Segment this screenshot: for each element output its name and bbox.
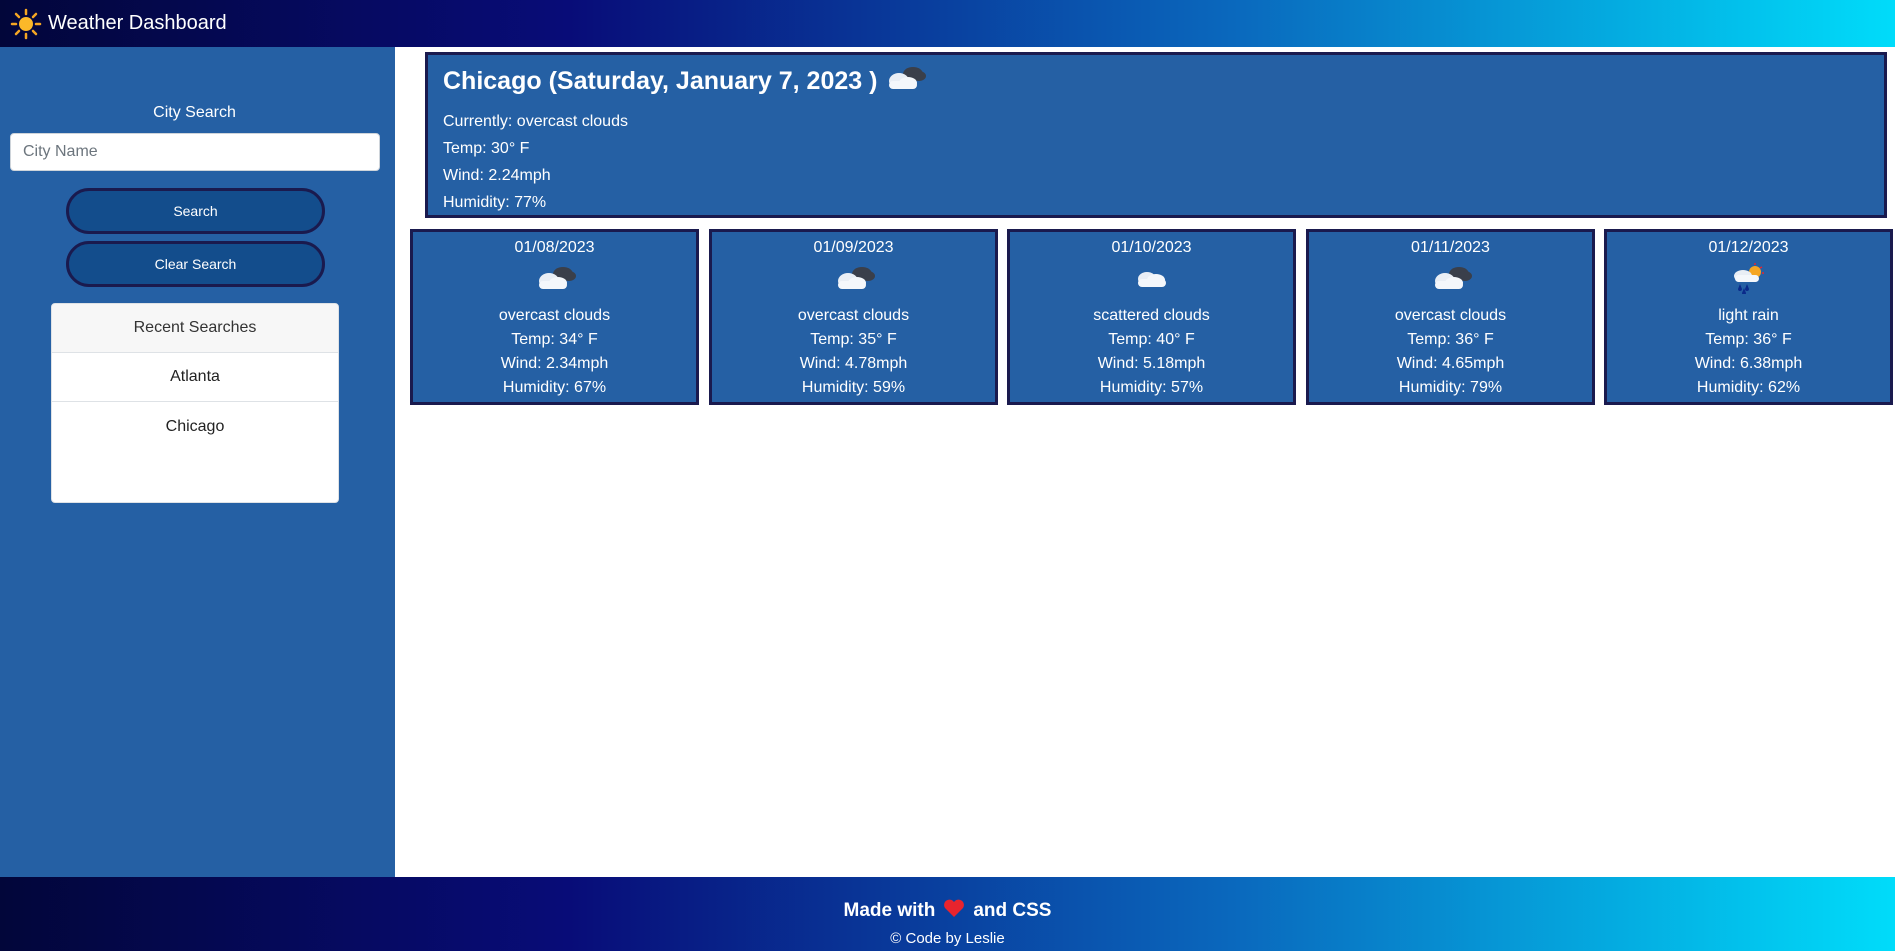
footer: Made with and CSS © Code by Leslie — [0, 877, 1895, 951]
credit-text: © Code by Leslie — [890, 930, 1005, 947]
heart-icon — [943, 898, 965, 924]
made-with-line: Made with and CSS — [0, 898, 1895, 924]
forecast-temp: Temp: 40° F — [1108, 331, 1195, 348]
recent-searches-panel: Recent Searches Atlanta Chicago — [51, 303, 339, 503]
sun-icon — [10, 8, 42, 40]
clear-search-button[interactable]: Clear Search — [66, 241, 325, 287]
recent-search-item[interactable]: Chicago — [52, 402, 338, 451]
forecast-wind: Wind: 5.18mph — [1097, 355, 1206, 372]
sidebar: City Search Search Clear Search Recent S… — [0, 47, 395, 877]
forecast-humidity: Humidity: 79% — [1398, 379, 1503, 396]
search-button[interactable]: Search — [66, 188, 325, 234]
forecast-card: 01/11/2023 overcast clouds Temp: 36° F W… — [1306, 229, 1595, 405]
overcast-cloud-icon — [1429, 263, 1473, 298]
forecast-date: 01/12/2023 — [1708, 239, 1789, 256]
forecast-wind: Wind: 4.78mph — [799, 355, 908, 372]
forecast-description: light rain — [1718, 307, 1779, 324]
current-weather-title: Chicago (Saturday, January 7, 2023 ) — [443, 63, 1869, 100]
current-weather-card: Chicago (Saturday, January 7, 2023 ) Cur… — [425, 52, 1887, 218]
city-search-label: City Search — [153, 104, 236, 121]
forecast-temp: Temp: 36° F — [1705, 331, 1792, 348]
current-wind: Wind: 2.24mph — [443, 167, 551, 184]
recent-search-item[interactable]: Atlanta — [52, 353, 338, 402]
forecast-humidity: Humidity: 62% — [1696, 379, 1801, 396]
made-with-suffix: and CSS — [973, 900, 1052, 921]
forecast-description: overcast clouds — [1394, 307, 1507, 324]
current-conditions: Currently: overcast clouds — [443, 113, 628, 130]
forecast-description: scattered clouds — [1093, 307, 1210, 324]
forecast-description: overcast clouds — [797, 307, 910, 324]
current-humidity: Humidity: 77% — [443, 194, 547, 211]
forecast-description: overcast clouds — [498, 307, 611, 324]
current-city-date: Chicago (Saturday, January 7, 2023 ) — [443, 67, 878, 95]
forecast-wind: Wind: 4.65mph — [1396, 355, 1505, 372]
forecast-date: 01/08/2023 — [514, 239, 595, 256]
current-temp: Temp: 30° F — [443, 140, 530, 157]
overcast-cloud-icon — [533, 263, 577, 298]
forecast-card: 01/10/2023 scattered clouds Temp: 40° F … — [1007, 229, 1296, 405]
forecast-humidity: Humidity: 59% — [801, 379, 906, 396]
recent-searches-header: Recent Searches — [52, 304, 338, 353]
forecast-humidity: Humidity: 67% — [502, 379, 607, 396]
city-name-input[interactable] — [10, 133, 380, 171]
forecast-card: 01/09/2023 overcast clouds Temp: 35° F W… — [709, 229, 998, 405]
forecast-date: 01/10/2023 — [1111, 239, 1192, 256]
forecast-temp: Temp: 34° F — [511, 331, 598, 348]
forecast-wind: Wind: 2.34mph — [500, 355, 609, 372]
app-header: Weather Dashboard — [0, 0, 1895, 47]
forecast-card: 01/08/2023 overcast clouds Temp: 34° F W… — [410, 229, 699, 405]
forecast-wind: Wind: 6.38mph — [1694, 355, 1803, 372]
forecast-humidity: Humidity: 57% — [1099, 379, 1204, 396]
forecast-temp: Temp: 35° F — [810, 331, 897, 348]
forecast-card: 01/12/2023 light rain Temp: 36° F Wind: … — [1604, 229, 1893, 405]
overcast-cloud-icon — [832, 263, 876, 298]
overcast-cloud-icon — [883, 63, 927, 100]
scattered-cloud-icon — [1132, 264, 1172, 297]
forecast-date: 01/11/2023 — [1411, 239, 1490, 256]
light-rain-icon — [1729, 262, 1769, 299]
made-with-prefix: Made with — [843, 900, 936, 921]
forecast-date: 01/09/2023 — [813, 239, 894, 256]
app-title: Weather Dashboard — [48, 12, 227, 34]
forecast-temp: Temp: 36° F — [1407, 331, 1494, 348]
